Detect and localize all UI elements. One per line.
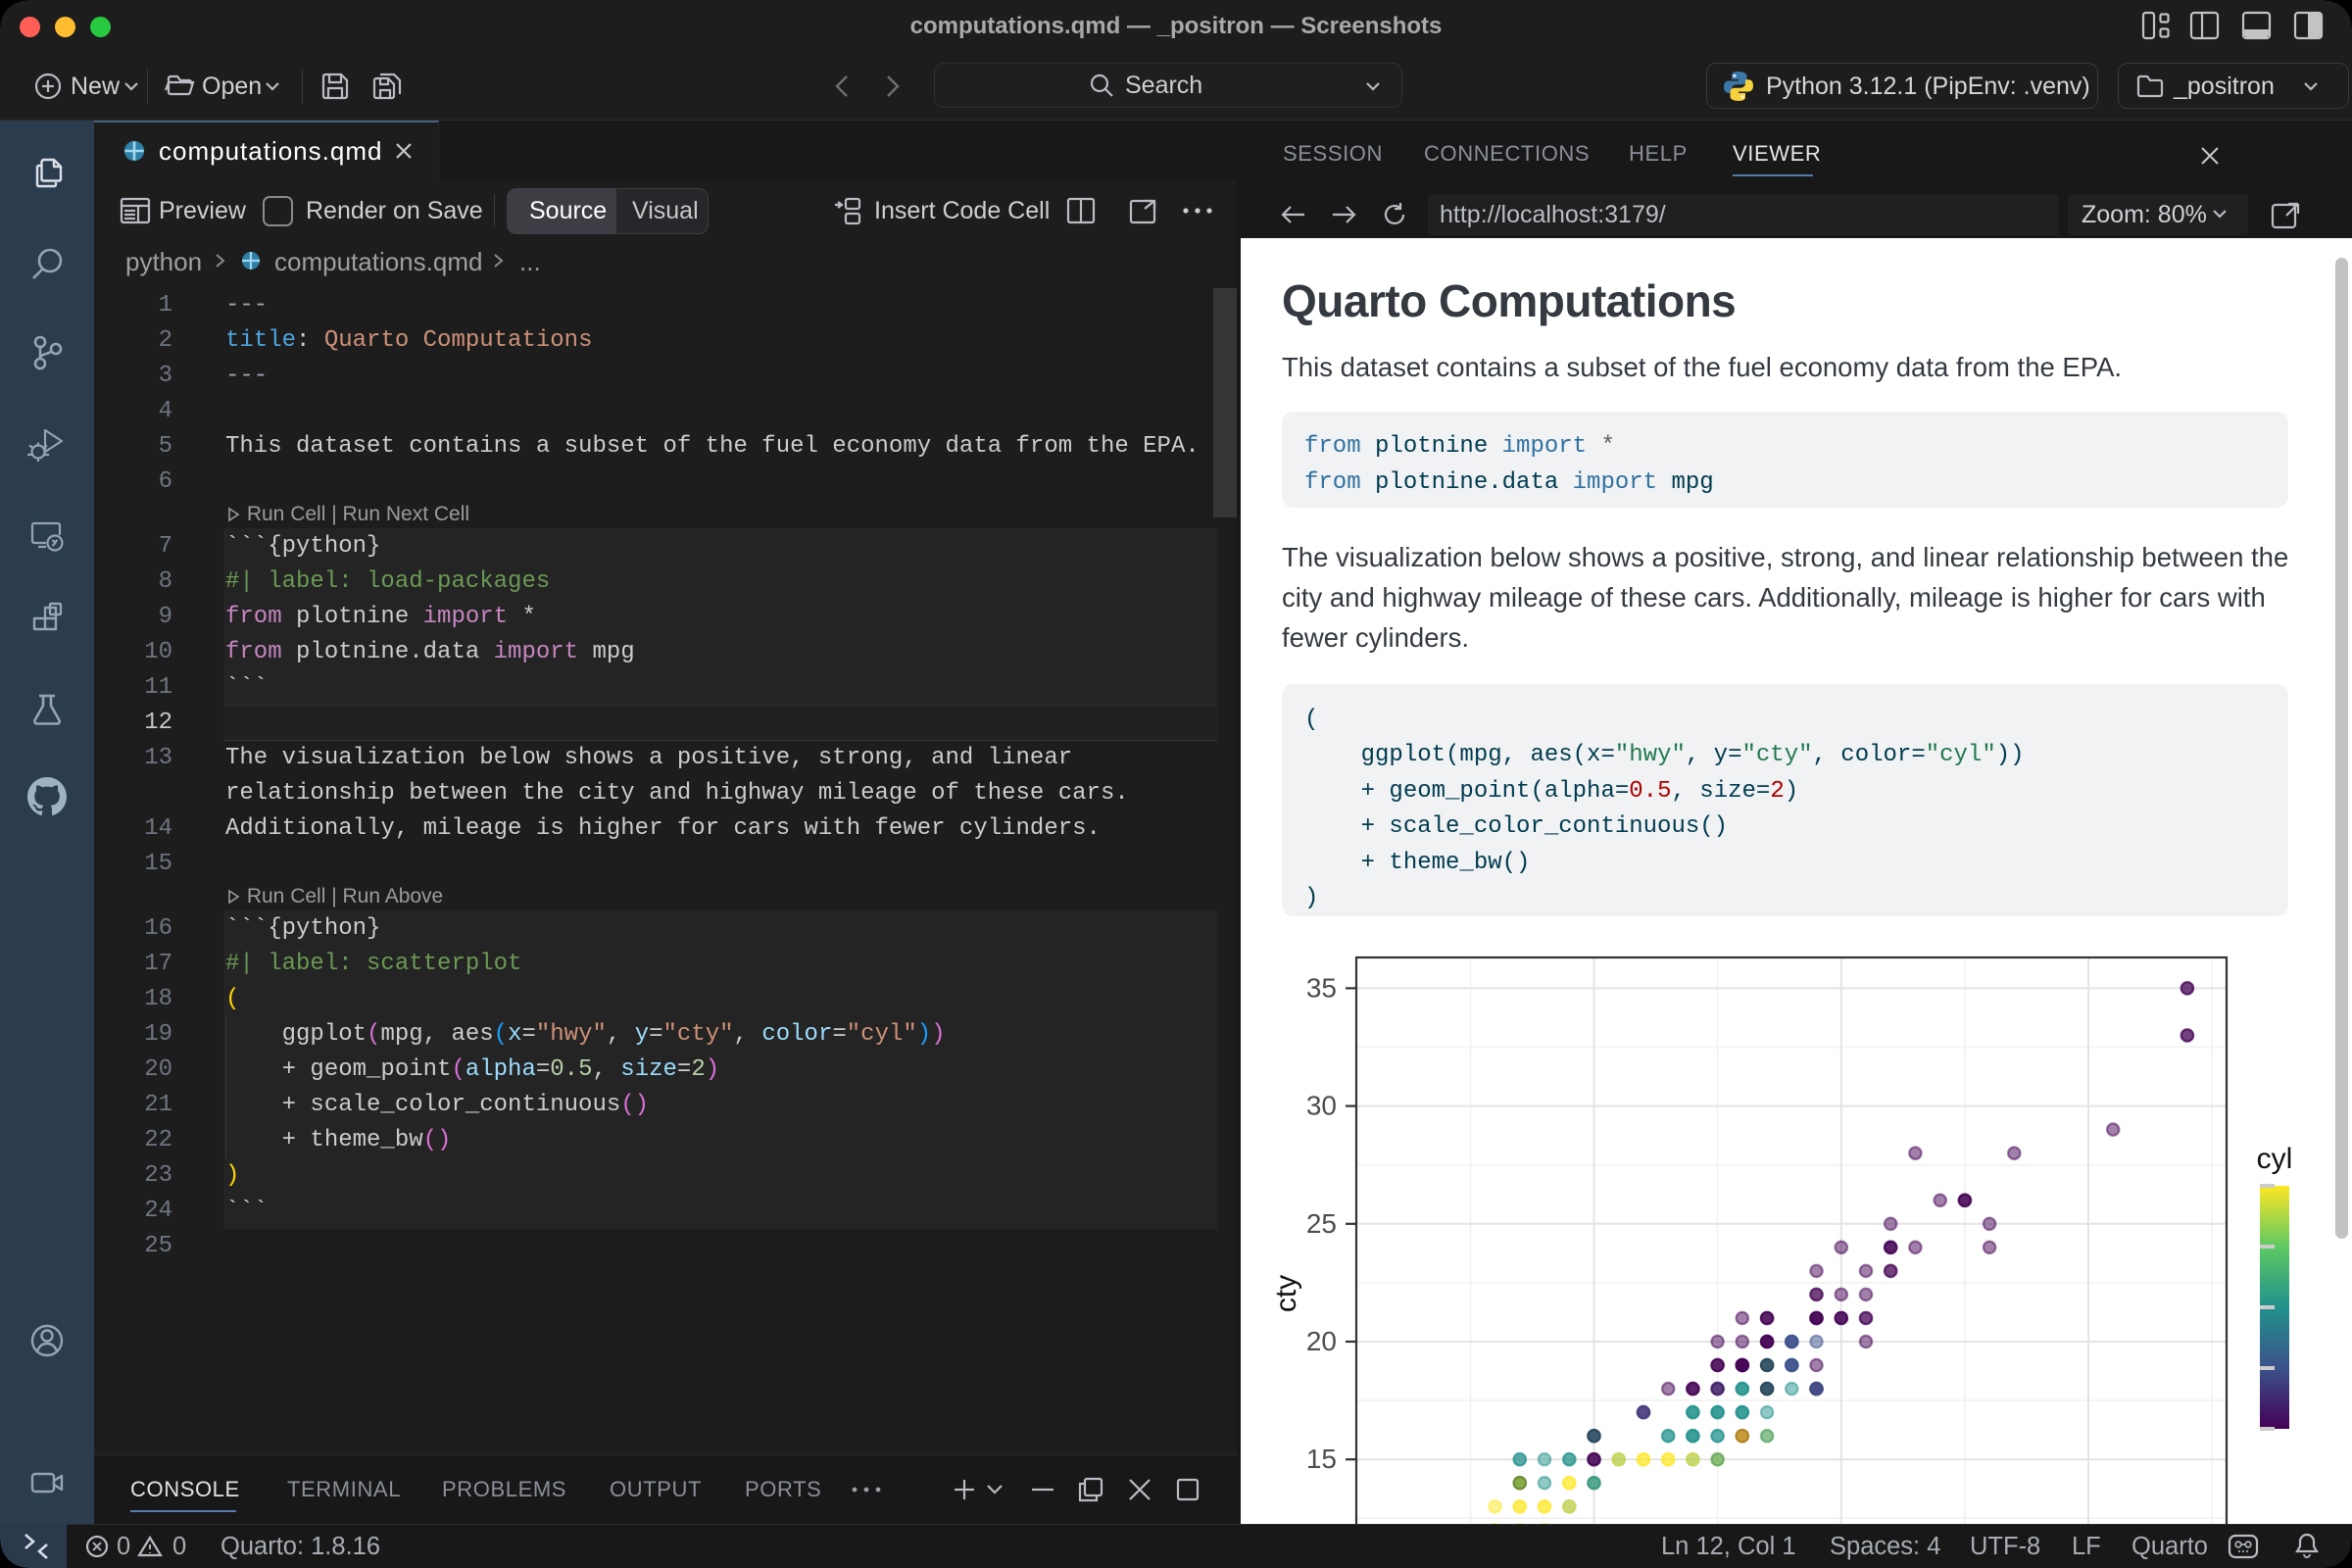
svg-text:30: 30 — [1306, 1091, 1337, 1121]
svg-text:cty: cty — [1270, 1275, 1302, 1312]
svg-text:cyl: cyl — [2257, 1143, 2293, 1175]
svg-text:35: 35 — [1306, 972, 1337, 1003]
svg-text:25: 25 — [1306, 1208, 1337, 1239]
svg-text:15: 15 — [1306, 1444, 1337, 1474]
svg-text:20: 20 — [1306, 1326, 1337, 1356]
